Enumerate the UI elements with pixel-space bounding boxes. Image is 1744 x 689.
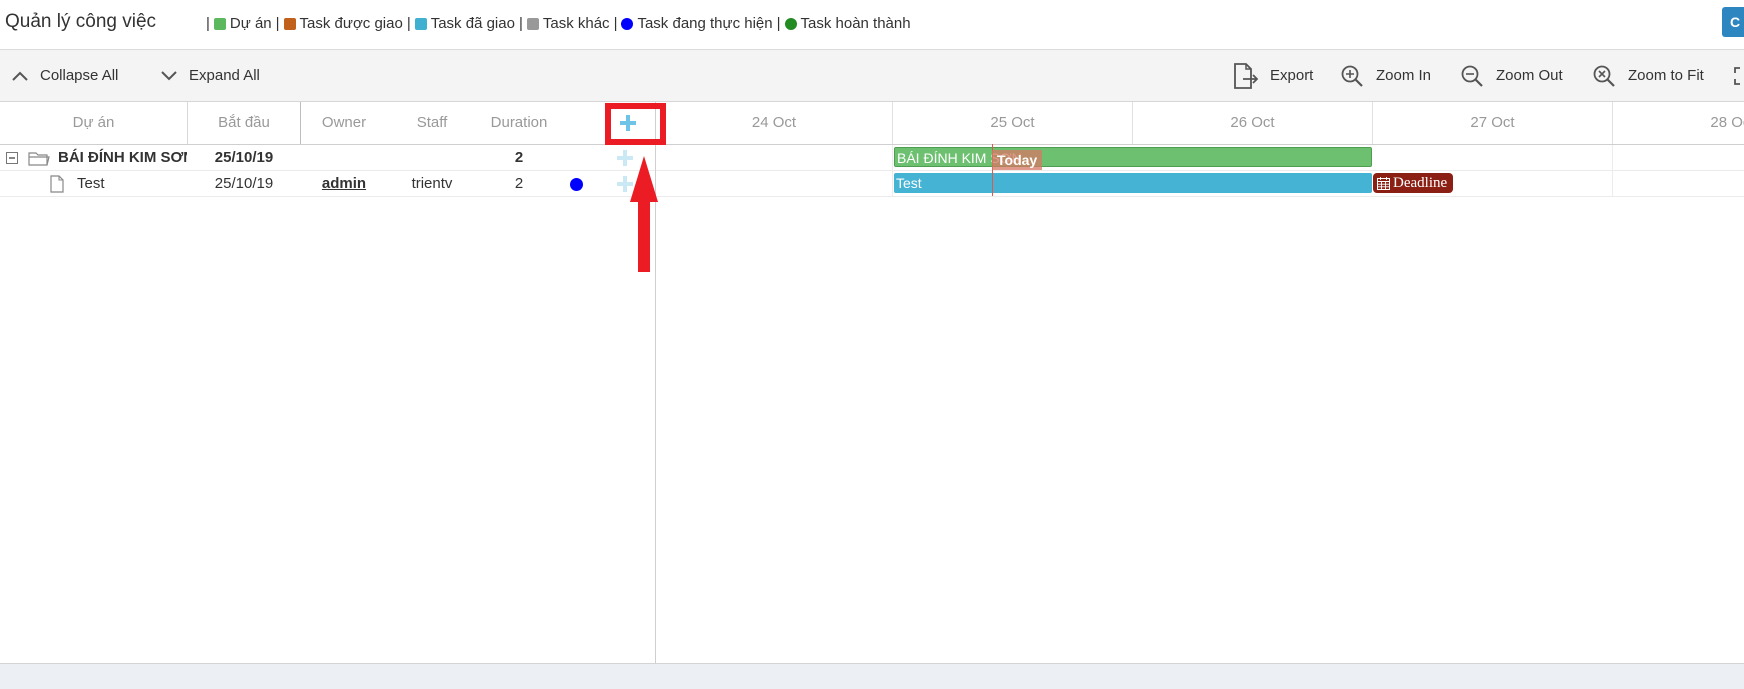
annotation-arrow-icon bbox=[630, 156, 658, 272]
day-label: 24 Oct bbox=[751, 114, 797, 131]
legend-item-task-khac: Task khác bbox=[526, 15, 610, 32]
chevron-down-icon bbox=[161, 70, 177, 80]
legend-item-task-dang-thuc-hien: Task đang thực hiện bbox=[621, 15, 773, 32]
timeline-header: 24 Oct 25 Oct 26 Oct 27 Oct 28 Oct bbox=[656, 102, 1744, 145]
row-duration: 2 bbox=[514, 175, 524, 192]
legend: | Dự án | Task được giao | Task đã giao … bbox=[206, 15, 911, 32]
grid-header: Dự án Bắt đầu Owner Staff Duration bbox=[0, 102, 656, 145]
row-start-date: 25/10/19 bbox=[214, 149, 274, 166]
timeline-row: BÁI ĐÍNH KIM SƠN bbox=[656, 145, 1744, 171]
calendar-icon bbox=[1377, 176, 1390, 190]
zoom-in-icon bbox=[1341, 65, 1363, 87]
status-bar bbox=[0, 663, 1744, 689]
collapse-toggle[interactable] bbox=[6, 145, 20, 170]
export-icon bbox=[1234, 62, 1258, 89]
task-bar[interactable]: Test bbox=[894, 173, 1372, 193]
row-staff: trientv bbox=[411, 175, 453, 192]
row-name: BÁI ĐÍNH KIM SƠN bbox=[58, 149, 187, 166]
legend-swatch bbox=[526, 17, 539, 30]
zoom-to-fit-label: Zoom to Fit bbox=[1628, 67, 1704, 84]
file-icon bbox=[50, 171, 70, 196]
day-label: 27 Oct bbox=[1470, 114, 1515, 131]
legend-item-du-an: Dự án bbox=[213, 15, 272, 32]
legend-swatch bbox=[283, 17, 296, 30]
deadline-badge[interactable]: Deadline bbox=[1373, 173, 1454, 193]
legend-dot bbox=[784, 17, 797, 30]
fullscreen-icon bbox=[1734, 66, 1740, 85]
annotation-highlight-box bbox=[605, 103, 666, 145]
legend-item-task-hoan-thanh: Task hoàn thành bbox=[784, 15, 911, 32]
day-label: 25 Oct bbox=[990, 114, 1035, 131]
toolbar: Collapse All Expand All Export Zoom In Z… bbox=[0, 50, 1744, 102]
deadline-label: Deadline bbox=[1393, 175, 1448, 191]
export-button[interactable]: Export bbox=[1232, 50, 1313, 101]
zoom-in-button[interactable]: Zoom In bbox=[1340, 50, 1431, 101]
zoom-to-fit-button[interactable]: Zoom to Fit bbox=[1592, 50, 1704, 101]
grid-row-task[interactable]: Test 25/10/19 admin trientv 2 bbox=[0, 171, 656, 197]
zoom-out-button[interactable]: Zoom Out bbox=[1460, 50, 1563, 101]
legend-dot bbox=[621, 17, 634, 30]
row-name: Test bbox=[77, 175, 105, 192]
zoom-out-icon bbox=[1461, 65, 1483, 87]
collapse-all-label: Collapse All bbox=[40, 67, 119, 84]
status-dot bbox=[570, 171, 586, 196]
fullscreen-button[interactable] bbox=[1733, 50, 1744, 101]
zoom-to-fit-icon bbox=[1593, 65, 1615, 87]
row-start-date: 25/10/19 bbox=[214, 175, 274, 192]
expand-all-button[interactable]: Expand All bbox=[161, 50, 260, 101]
legend-swatch bbox=[213, 17, 226, 30]
column-header-du-an[interactable]: Dự án bbox=[0, 102, 187, 144]
legend-separator: | bbox=[206, 15, 210, 32]
minus-box-icon bbox=[6, 152, 18, 165]
zoom-out-label: Zoom Out bbox=[1496, 67, 1563, 84]
collapse-all-button[interactable]: Collapse All bbox=[12, 50, 118, 101]
chevron-up-icon bbox=[12, 71, 28, 81]
column-header-duration[interactable]: Duration bbox=[477, 102, 561, 144]
folder-icon bbox=[28, 145, 52, 170]
legend-swatch bbox=[414, 17, 427, 30]
grid-row-project[interactable]: BÁI ĐÍNH KIM SƠN 25/10/19 2 bbox=[0, 145, 656, 171]
legend-item-task-da-giao: Task đã giao bbox=[414, 15, 515, 32]
expand-all-label: Expand All bbox=[189, 67, 260, 84]
legend-item-task-duoc-giao: Task được giao bbox=[283, 15, 403, 32]
app-title: Quản lý công việc bbox=[5, 11, 157, 32]
owner-link[interactable]: admin bbox=[301, 171, 387, 196]
zoom-in-label: Zoom In bbox=[1376, 67, 1432, 84]
column-header-owner[interactable]: Owner bbox=[301, 102, 387, 144]
column-header-staff[interactable]: Staff bbox=[387, 102, 477, 144]
day-label: 26 Oct bbox=[1230, 114, 1275, 131]
project-bar[interactable]: BÁI ĐÍNH KIM SƠN bbox=[894, 147, 1372, 167]
today-marker-label: Today bbox=[992, 150, 1043, 170]
top-right-button[interactable]: C bbox=[1722, 7, 1744, 37]
row-duration: 2 bbox=[514, 149, 524, 166]
column-header-bat-dau[interactable]: Bắt đầu bbox=[188, 102, 300, 144]
day-label: 28 Oct bbox=[1710, 114, 1744, 131]
title-bar: Quản lý công việc | Dự án | Task được gi… bbox=[0, 0, 1744, 50]
timeline-row: Test bbox=[656, 171, 1744, 197]
export-label: Export bbox=[1270, 67, 1314, 84]
